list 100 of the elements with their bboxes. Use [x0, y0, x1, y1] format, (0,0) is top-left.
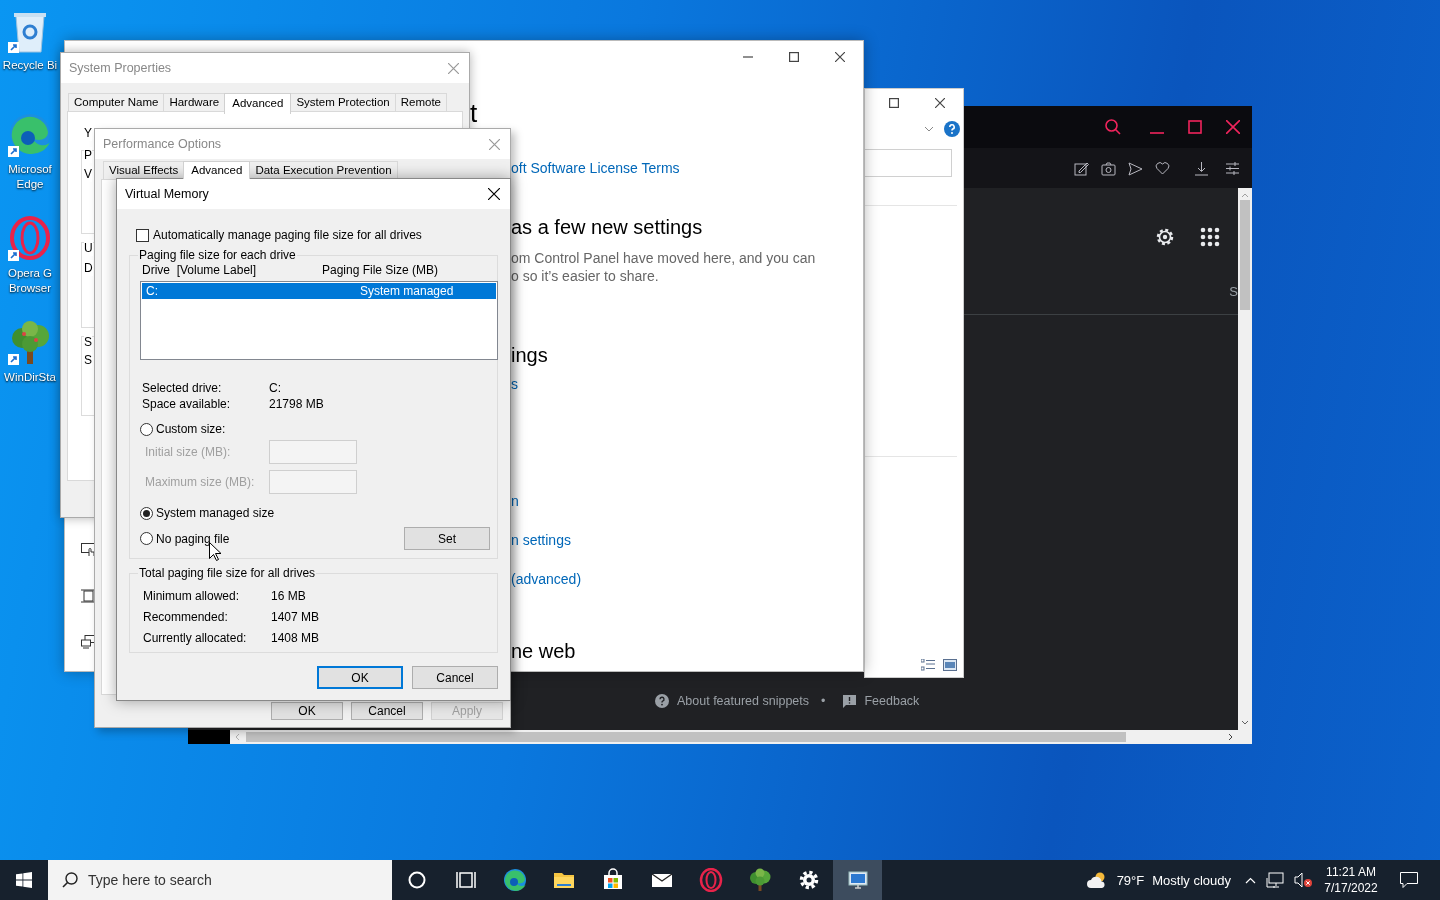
checkbox[interactable]	[136, 229, 149, 242]
radio-label[interactable]: No paging file	[156, 530, 230, 547]
close-icon[interactable]	[488, 188, 500, 200]
dialog-button[interactable]: OK	[317, 666, 403, 689]
frame-icon[interactable]	[81, 589, 96, 603]
column-header: Drive [Volume Label]	[142, 263, 258, 278]
tree-icon	[747, 868, 772, 892]
info-value: 1408 MB	[271, 630, 321, 645]
tab[interactable]: System Protection	[290, 93, 396, 111]
list-row[interactable]: C: System managed	[142, 283, 496, 299]
tab[interactable]: Visual Effects	[103, 161, 185, 179]
radio-label[interactable]: System managed size	[156, 505, 275, 521]
apps-grid-icon[interactable]	[1200, 227, 1220, 247]
close-icon[interactable]	[835, 52, 845, 62]
cut-text: S	[1229, 284, 1238, 300]
group-label: Total paging file size for all drives	[138, 566, 317, 581]
scrollbar-thumb[interactable]	[246, 732, 1126, 742]
network-icon[interactable]	[1266, 872, 1284, 888]
preview-view-icon[interactable]	[943, 659, 957, 671]
tab[interactable]: Remote	[394, 93, 447, 111]
download-icon[interactable]	[1194, 160, 1209, 176]
maximize-icon[interactable]	[789, 52, 799, 62]
section-heading: ne web	[511, 639, 576, 664]
help-icon[interactable]	[944, 121, 960, 137]
dialog-button[interactable]: Cancel	[351, 702, 423, 720]
close-icon[interactable]	[935, 98, 945, 108]
tab[interactable]: Data Execution Prevention	[249, 161, 398, 179]
tree-icon[interactable]	[8, 320, 52, 366]
section-heading: as a few new settings	[511, 215, 703, 240]
ring-icon[interactable]	[8, 216, 52, 262]
size-text: System managed	[360, 283, 455, 299]
section-heading: ings	[511, 343, 548, 368]
field-label: Maximum size (MB):	[145, 475, 256, 489]
search-icon	[62, 872, 78, 888]
checkbox-label[interactable]: Automatically manage paging file size for all drives	[153, 228, 422, 243]
tab[interactable]: Advanced	[224, 93, 292, 114]
settings-link[interactable]: (advanced)	[511, 569, 582, 589]
settings-link[interactable]: s	[511, 374, 518, 394]
monitor-icon	[845, 868, 870, 892]
settings-icon[interactable]	[1154, 226, 1176, 248]
swirl-icon[interactable]	[8, 112, 52, 158]
info-label: Minimum allowed:	[143, 588, 241, 603]
radio-button[interactable]	[140, 422, 153, 436]
drive-list[interactable]: C: System managed	[140, 281, 498, 360]
description-text: o so it’s easier to share.	[511, 267, 659, 285]
search-icon[interactable]	[1105, 119, 1121, 135]
info-value: 1407 MB	[271, 609, 321, 624]
dialog-button[interactable]: OK	[271, 702, 343, 720]
feedback-icon	[843, 694, 857, 708]
chevron-down-icon[interactable]	[924, 126, 934, 132]
description-text: om Control Panel have moved here, and you can	[511, 249, 816, 267]
field-label: Initial size (MB):	[145, 445, 232, 459]
scroll-right-icon[interactable]	[1228, 733, 1234, 741]
notification-icon[interactable]	[1400, 872, 1418, 888]
scroll-down-icon[interactable]	[1241, 720, 1249, 726]
tab[interactable]: Advanced	[183, 161, 251, 179]
settings-link[interactable]: oft Software License Terms	[511, 158, 680, 178]
info-label: Recommended:	[143, 609, 229, 624]
heart-icon[interactable]	[1155, 160, 1170, 176]
settings-link[interactable]: n	[511, 491, 519, 511]
speaker-muted-icon[interactable]	[1294, 872, 1312, 888]
taskbar-app-button[interactable]	[833, 860, 882, 900]
set-button[interactable]: Set	[404, 527, 490, 550]
maximize-icon[interactable]	[889, 98, 899, 108]
details-view-icon[interactable]	[921, 659, 935, 671]
pen-box-icon[interactable]	[1074, 160, 1089, 176]
ring-icon	[698, 868, 723, 892]
snippets-link[interactable]: About featured snippets	[677, 694, 810, 708]
monitor-hand-icon[interactable]	[81, 543, 96, 557]
send-icon[interactable]	[1128, 160, 1143, 176]
column-header: Paging File Size (MB)	[322, 263, 440, 278]
projector-icon[interactable]	[81, 635, 96, 649]
search-field[interactable]	[865, 149, 952, 177]
separator-dot: •	[821, 694, 826, 708]
sliders-icon[interactable]	[1225, 160, 1240, 176]
dialog-button[interactable]: Cancel	[412, 666, 498, 689]
search-field[interactable]: Type here to search	[48, 860, 392, 900]
scrollbar-thumb[interactable]	[1240, 200, 1250, 310]
dark-strip	[188, 730, 230, 744]
info-value: C:	[269, 380, 282, 396]
tab[interactable]: Computer Name	[68, 93, 165, 111]
radio-button[interactable]	[140, 532, 153, 545]
swirl-icon	[502, 868, 527, 892]
feedback-link[interactable]: Feedback	[864, 694, 920, 708]
info-label: Selected drive:	[142, 380, 223, 396]
weather-text[interactable]: Mostly cloudy	[1152, 872, 1231, 888]
window-title: Performance Options	[103, 137, 222, 151]
page-title: t	[470, 98, 478, 128]
info-label: Currently allocated:	[143, 630, 248, 645]
clock-time[interactable]: 11:21 AM	[1326, 864, 1376, 880]
radio-button[interactable]	[140, 506, 153, 520]
temperature-text[interactable]: 79°F	[1116, 872, 1145, 888]
window-title: Virtual Memory	[125, 187, 209, 201]
radio-label[interactable]: Custom size:	[156, 421, 226, 437]
clock-date[interactable]: 7/17/2022	[1324, 880, 1378, 896]
help-icon	[655, 694, 669, 708]
camera-icon[interactable]	[1101, 160, 1116, 176]
info-label: Space available:	[142, 396, 232, 412]
settings-link[interactable]: n settings	[511, 530, 571, 550]
chevron-up-icon[interactable]	[1245, 876, 1256, 884]
